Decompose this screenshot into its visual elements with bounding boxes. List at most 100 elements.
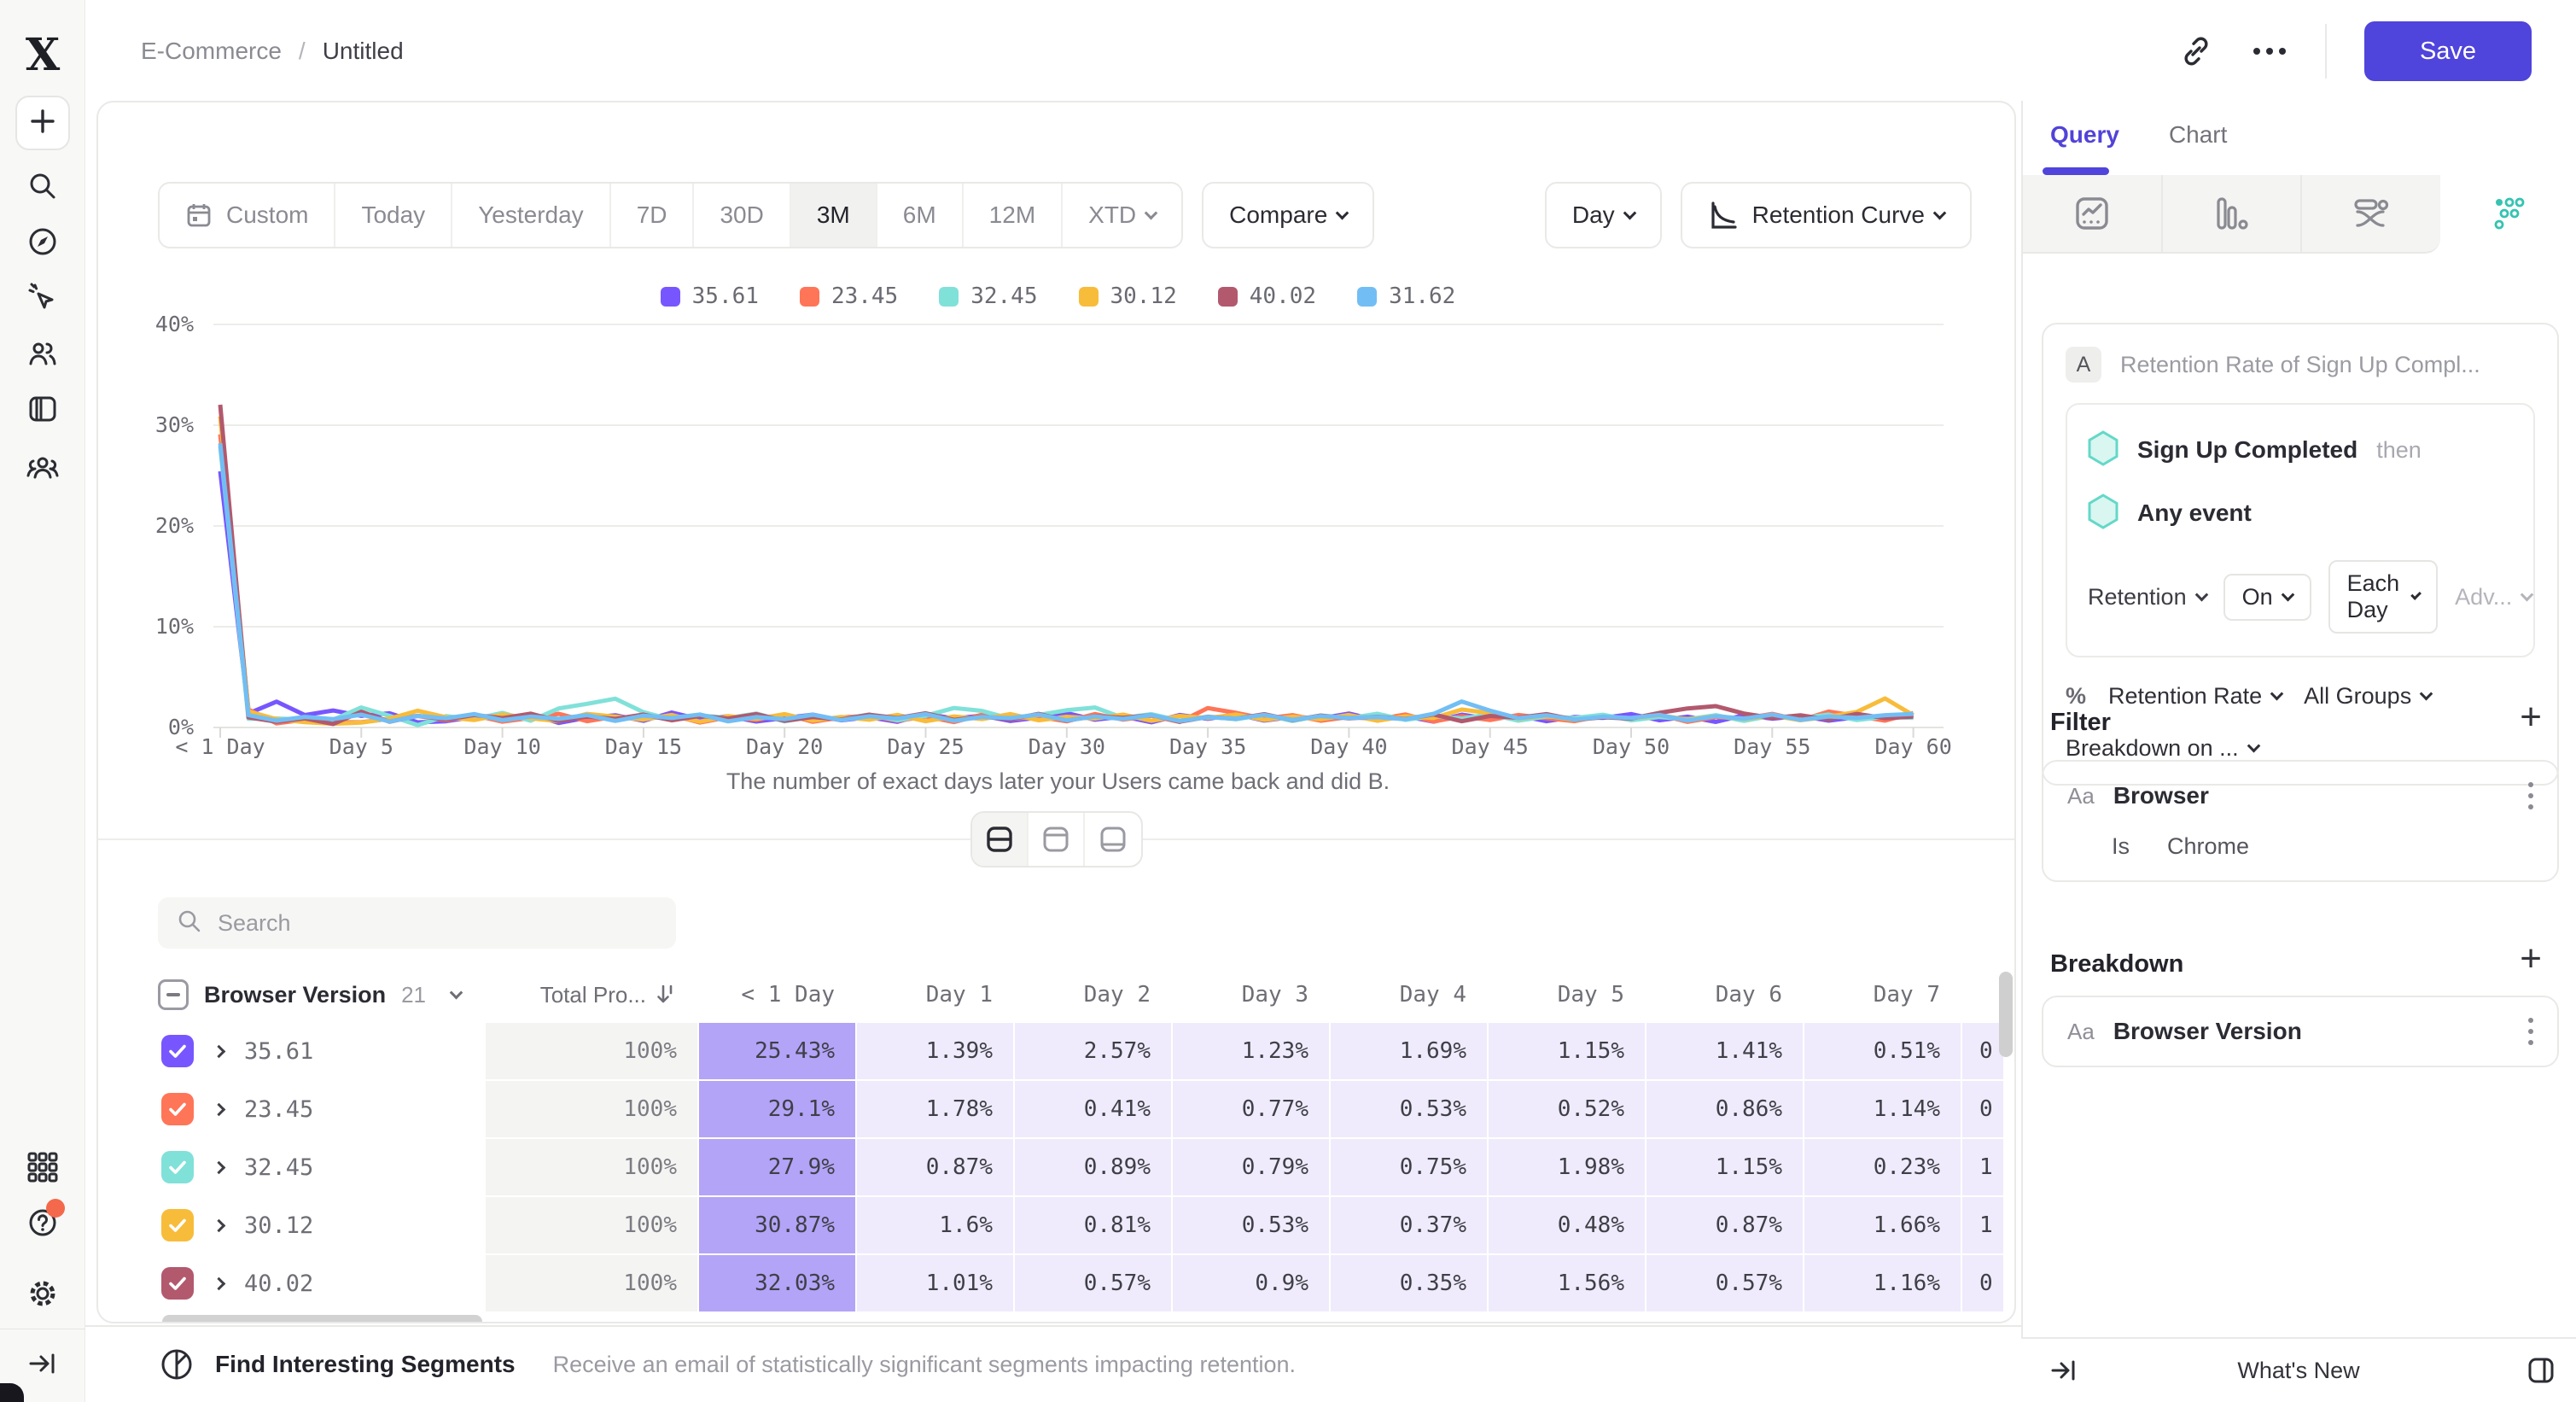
retention-cell[interactable]: 1.6%: [857, 1197, 1013, 1253]
retention-cell[interactable]: 27.9%: [699, 1139, 855, 1195]
expand-row-icon[interactable]: [213, 1276, 226, 1290]
collapse-panel-icon[interactable]: [2050, 1358, 2078, 1382]
date-range-6m[interactable]: 6M: [877, 184, 964, 247]
table-row-label[interactable]: 30.12: [158, 1197, 484, 1253]
series-line-23.45[interactable]: [220, 435, 1914, 724]
retention-cell[interactable]: 1.69%: [1331, 1023, 1487, 1079]
retention-cell-clipped[interactable]: 1: [1962, 1139, 2003, 1195]
series-line-32.45[interactable]: [220, 447, 1914, 726]
vertical-scrollbar[interactable]: [1999, 972, 2013, 1057]
row-checkbox[interactable]: [161, 1267, 194, 1300]
explore-compass-icon[interactable]: [0, 226, 85, 257]
side-panel-icon[interactable]: [2526, 1356, 2556, 1385]
retention-cell[interactable]: 29.1%: [699, 1081, 855, 1137]
retention-cell[interactable]: 2.57%: [1015, 1023, 1171, 1079]
retention-cell[interactable]: 0.48%: [1489, 1197, 1645, 1253]
retention-cell[interactable]: 0.86%: [1646, 1081, 1803, 1137]
add-breakdown-button[interactable]: +: [2520, 940, 2542, 978]
mixpanel-logo-icon[interactable]: X: [0, 29, 85, 81]
retention-cell[interactable]: 1.39%: [857, 1023, 1013, 1079]
retention-cell-clipped[interactable]: 0: [1962, 1255, 2003, 1311]
cohorts-icon[interactable]: [0, 451, 85, 483]
table-header-day[interactable]: Day 2: [1015, 968, 1171, 1021]
groups-dropdown[interactable]: All Groups: [2304, 683, 2431, 710]
sort-icon[interactable]: [656, 984, 677, 1006]
whats-new-link[interactable]: What's New: [2021, 1358, 2576, 1384]
create-button[interactable]: [15, 96, 70, 150]
row-checkbox[interactable]: [161, 1035, 194, 1067]
filter-value[interactable]: Chrome: [2167, 833, 2249, 860]
search-input[interactable]: [218, 910, 627, 937]
table-header-day[interactable]: Day 6: [1646, 968, 1803, 1021]
retention-cell[interactable]: 0.77%: [1173, 1081, 1329, 1137]
visual-explorer-cursor-icon[interactable]: [0, 282, 85, 314]
row-checkbox[interactable]: [161, 1093, 194, 1125]
table-header-day[interactable]: Day 3: [1173, 968, 1329, 1021]
chart-type-retention[interactable]: [2440, 175, 2576, 254]
retention-cell[interactable]: 32.03%: [699, 1255, 855, 1311]
row-checkbox[interactable]: [161, 1151, 194, 1183]
date-range-7d[interactable]: 7D: [611, 184, 695, 247]
step-born-event[interactable]: Sign Up Completed then: [2088, 427, 2513, 473]
retention-cell[interactable]: 0.52%: [1489, 1081, 1645, 1137]
retention-cell[interactable]: 1.14%: [1804, 1081, 1961, 1137]
table-header-day[interactable]: Day 5: [1489, 968, 1645, 1021]
expand-row-icon[interactable]: [213, 1218, 226, 1232]
retention-line-chart[interactable]: [98, 318, 2016, 753]
date-range-3m[interactable]: 3M: [791, 184, 877, 247]
retention-cell[interactable]: 1.01%: [857, 1255, 1013, 1311]
retention-type-dropdown[interactable]: Retention: [2088, 584, 2206, 610]
breakdown-property-label[interactable]: Browser Version: [2113, 1018, 2302, 1045]
filter-card[interactable]: Aa Browser Is Chrome: [2042, 760, 2559, 882]
layout-chart-button[interactable]: [1029, 813, 1085, 866]
layout-split-button[interactable]: [972, 813, 1029, 866]
retention-cell[interactable]: 1.98%: [1489, 1139, 1645, 1195]
retention-cell[interactable]: 0.81%: [1015, 1197, 1171, 1253]
retention-cell[interactable]: 30.87%: [699, 1197, 855, 1253]
table-header-day[interactable]: Day 1: [857, 968, 1013, 1021]
retention-cell[interactable]: 0.87%: [1646, 1197, 1803, 1253]
date-range-12m[interactable]: 12M: [964, 184, 1063, 247]
filter-operator[interactable]: Is: [2112, 833, 2130, 860]
date-range-yesterday[interactable]: Yesterday: [452, 184, 611, 247]
granularity-dropdown[interactable]: Day: [1545, 182, 1662, 248]
retention-cell[interactable]: 0.51%: [1804, 1023, 1961, 1079]
chart-type-insights[interactable]: [2023, 175, 2163, 254]
users-icon[interactable]: [0, 337, 85, 370]
save-button[interactable]: Save: [2364, 21, 2532, 81]
retention-cell-clipped[interactable]: 1: [1962, 1197, 2003, 1253]
retention-cell[interactable]: 1.78%: [857, 1081, 1013, 1137]
table-header-day[interactable]: < 1 Day: [699, 968, 855, 1021]
advanced-dropdown[interactable]: Adv...: [2455, 584, 2532, 610]
segments-bar[interactable]: Find Interesting Segments Receive an ema…: [85, 1325, 2021, 1402]
series-line-31.62[interactable]: [220, 443, 1914, 721]
measure-dropdown[interactable]: Retention Rate: [2108, 683, 2282, 710]
boards-icon[interactable]: [0, 393, 85, 425]
legend-item[interactable]: 23.45: [800, 283, 898, 309]
date-range-custom[interactable]: Custom: [160, 184, 335, 247]
retention-cell[interactable]: 0.89%: [1015, 1139, 1171, 1195]
series-line-35.61[interactable]: [220, 471, 1914, 723]
retention-cell[interactable]: 25.43%: [699, 1023, 855, 1079]
filter-property-label[interactable]: Browser: [2113, 782, 2209, 809]
on-dropdown[interactable]: On: [2223, 574, 2311, 621]
retention-cell-clipped[interactable]: 0: [1962, 1023, 2003, 1079]
table-header-day[interactable]: Day 7: [1804, 968, 1961, 1021]
retention-cell[interactable]: 0.87%: [857, 1139, 1013, 1195]
expand-row-icon[interactable]: [213, 1102, 226, 1116]
table-header-total[interactable]: Total Pro...: [486, 968, 697, 1021]
kebab-menu-icon[interactable]: [2528, 782, 2533, 809]
apps-grid-icon[interactable]: [0, 1151, 85, 1183]
retention-cell[interactable]: 0.23%: [1804, 1139, 1961, 1195]
chart-type-funnels[interactable]: [2163, 175, 2303, 254]
retention-cell[interactable]: 0.57%: [1015, 1255, 1171, 1311]
legend-item[interactable]: 35.61: [661, 283, 759, 309]
segments-title[interactable]: Find Interesting Segments: [215, 1351, 516, 1378]
table-row-label[interactable]: 32.45: [158, 1139, 484, 1195]
retention-cell[interactable]: 1.15%: [1489, 1023, 1645, 1079]
date-range-today[interactable]: Today: [335, 184, 452, 247]
retention-cell[interactable]: 0.9%: [1173, 1255, 1329, 1311]
table-row-label[interactable]: 35.61: [158, 1023, 484, 1079]
expand-row-icon[interactable]: [213, 1044, 226, 1058]
step-return-event[interactable]: Any event: [2088, 490, 2513, 536]
